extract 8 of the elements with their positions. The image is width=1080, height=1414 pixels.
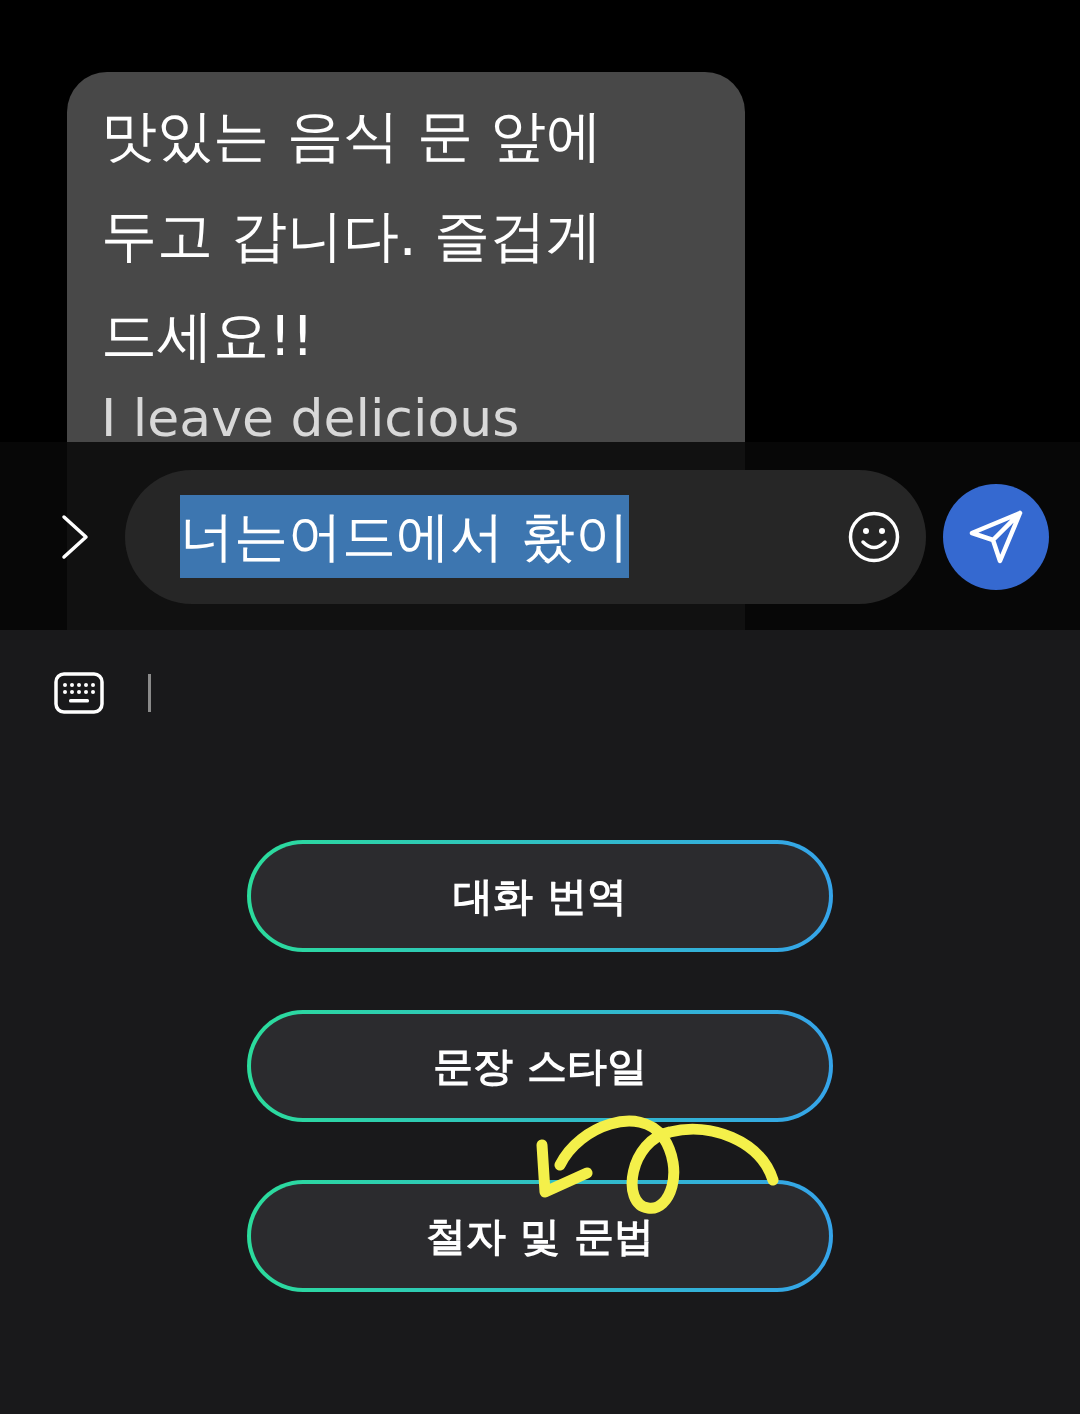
keyboard-icon[interactable] (54, 672, 104, 714)
input-text: 너는어드에서 홨이 (180, 494, 630, 578)
translation-text: I leave delicious (101, 387, 521, 450)
message-text: 맛있는 음식 문 앞에 두고 갑니다. 즐겁게 드세요!! (101, 102, 604, 370)
text-cursor (148, 674, 151, 712)
message-input-field[interactable]: 너는어드에서 홨이 (125, 470, 926, 604)
emoji-icon[interactable] (848, 511, 900, 563)
chevron-icon[interactable] (60, 514, 90, 560)
